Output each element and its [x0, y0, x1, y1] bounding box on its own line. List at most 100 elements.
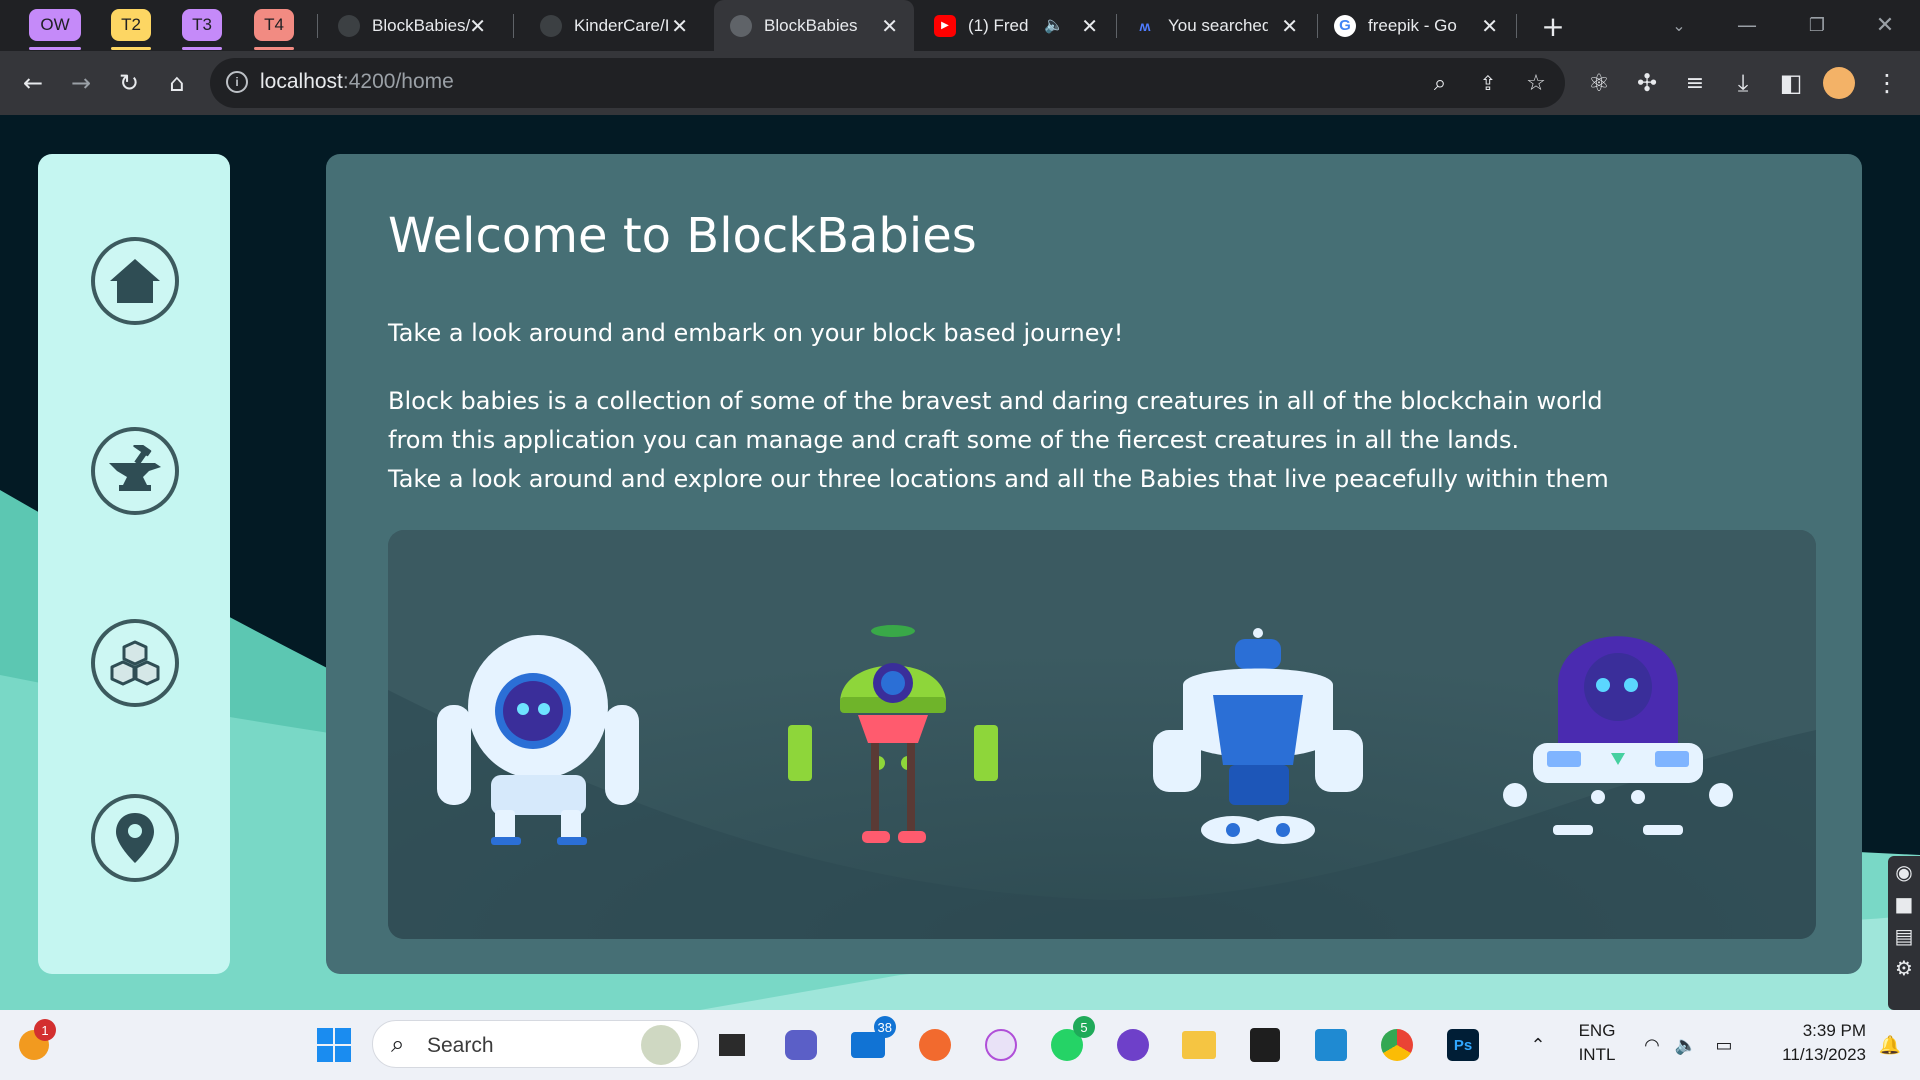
close-window-icon[interactable]: ✕ [1860, 8, 1910, 42]
video-icon[interactable]: ■ [1888, 888, 1920, 920]
vscode-button[interactable] [1311, 1025, 1351, 1065]
tab-google-freepik[interactable]: G freepik - Go ✕ [1318, 0, 1514, 51]
media-control-icon[interactable]: ≡ [1676, 64, 1714, 102]
weather-widget[interactable]: 1 [14, 1019, 56, 1065]
tab-group-t2[interactable]: T2 [111, 9, 151, 50]
download-icon[interactable]: ⤓ [1724, 64, 1762, 102]
brave-button[interactable] [915, 1025, 955, 1065]
tab-separator [513, 14, 514, 38]
photoshop-icon: Ps [1447, 1029, 1479, 1061]
url-path: :4200/home [342, 70, 454, 93]
intro-text: Take a look around and embark on your bl… [388, 319, 1124, 347]
tab-kindercare-github[interactable]: KinderCare/I ✕ [524, 0, 704, 51]
back-icon[interactable]: ← [14, 64, 52, 102]
volume-icon[interactable]: 🔈 [1666, 1025, 1706, 1065]
tab-separator [1516, 14, 1517, 38]
figma-icon [1250, 1028, 1280, 1062]
figma-button[interactable] [1245, 1025, 1285, 1065]
minimize-icon[interactable]: — [1722, 8, 1772, 42]
close-icon[interactable]: ✕ [671, 14, 688, 39]
url-host: localhost [260, 70, 343, 93]
settings-gear-icon[interactable]: ⚙ [1888, 952, 1920, 984]
chrome-icon [1381, 1029, 1413, 1061]
body-line: from this application you can manage and… [388, 426, 1520, 454]
new-tab-button[interactable]: + [1536, 9, 1570, 43]
babies-gallery [388, 530, 1816, 939]
language-code[interactable]: ENG [1572, 1021, 1622, 1041]
close-icon[interactable]: ✕ [1281, 14, 1298, 39]
whatsapp-badge: 5 [1073, 1016, 1095, 1038]
youtube-icon: ▶ [934, 14, 956, 37]
reload-icon[interactable]: ↻ [110, 64, 148, 102]
whatsapp-button[interactable]: 5 [1047, 1016, 1095, 1065]
github-desktop-button[interactable] [1113, 1025, 1153, 1065]
show-hidden-icons-button[interactable]: ⌃ [1518, 1025, 1558, 1065]
wordsworth-icon: ʍ [1139, 17, 1151, 34]
speaker-icon[interactable]: 🔈 [1044, 15, 1064, 35]
page-viewport: Welcome to BlockBabies Take a look aroun… [0, 115, 1920, 1010]
menu-kebab-icon[interactable]: ⋮ [1868, 64, 1906, 102]
battery-icon[interactable]: ▭ [1704, 1025, 1744, 1065]
close-icon[interactable]: ✕ [881, 14, 898, 39]
close-icon[interactable]: ✕ [1481, 14, 1498, 39]
address-bar[interactable]: i localhost:4200/home ⌕ ⇪ ☆ [210, 58, 1565, 108]
chrome-button[interactable] [1377, 1025, 1417, 1065]
nav-blocks-button[interactable] [91, 619, 179, 707]
folder-icon [1182, 1031, 1216, 1059]
tab-strip: OW T2 T3 T4 BlockBabies/ ✕ KinderCare/I … [0, 0, 1920, 51]
avatar[interactable] [1820, 64, 1858, 102]
github-desktop-icon [1117, 1029, 1149, 1061]
restore-icon[interactable]: ❐ [1792, 8, 1842, 42]
tab-search-icon[interactable]: ⌄ [1654, 8, 1704, 42]
bookmark-star-icon[interactable]: ☆ [1522, 69, 1550, 97]
teams-chat-button[interactable] [781, 1025, 821, 1065]
robot-green-baby [788, 625, 998, 843]
home-button-icon[interactable]: ⌂ [158, 64, 196, 102]
gallery-icon[interactable]: ▤ [1888, 920, 1920, 952]
mail-button[interactable]: 38 [848, 1016, 896, 1065]
welcome-panel: Welcome to BlockBabies Take a look aroun… [326, 154, 1862, 974]
share-icon[interactable]: ⇪ [1474, 69, 1502, 97]
url-text[interactable]: localhost:4200/home [260, 70, 454, 94]
tab-group-t3[interactable]: T3 [182, 9, 222, 50]
camera-icon[interactable]: ◉ [1888, 856, 1920, 888]
tab-blockbabies-active[interactable]: BlockBabies ✕ [714, 0, 914, 51]
react-devtools-icon[interactable]: ⚛ [1580, 64, 1618, 102]
tab-group-ow[interactable]: OW [29, 9, 81, 50]
tab-title: BlockBabies [764, 15, 858, 35]
robot-purple-dome-baby [1503, 636, 1733, 835]
profile-avatar-image [1823, 67, 1855, 99]
itunes-button[interactable] [981, 1025, 1021, 1065]
tab-blockbabies-github[interactable]: BlockBabies/ ✕ [322, 0, 502, 51]
tab-group-t4[interactable]: T4 [254, 9, 294, 50]
tab-youtube[interactable]: ▶ (1) Fred 🔈 ✕ [918, 0, 1114, 51]
blocks-icon [110, 640, 160, 686]
photoshop-button[interactable]: Ps [1443, 1025, 1483, 1065]
google-icon: G [1334, 14, 1356, 37]
file-explorer-button[interactable] [1179, 1025, 1219, 1065]
clock-time[interactable]: 3:39 PM [1756, 1021, 1866, 1041]
nav-home-button[interactable] [91, 237, 179, 325]
body-line: Block babies is a collection of some of … [388, 387, 1603, 415]
forward-icon[interactable]: → [62, 64, 100, 102]
itunes-icon [985, 1029, 1017, 1061]
extensions-icon[interactable]: ✣ [1628, 64, 1666, 102]
zoom-icon[interactable]: ⌕ [1426, 69, 1454, 97]
start-button[interactable] [314, 1025, 354, 1065]
tab-you-searched[interactable]: ʍ You searched ✕ [1118, 0, 1314, 51]
clock-date[interactable]: 11/13/2023 [1756, 1045, 1866, 1065]
notifications-bell-icon[interactable]: 🔔 [1870, 1025, 1910, 1065]
task-view-button[interactable] [712, 1025, 752, 1065]
nav-locations-button[interactable] [91, 794, 179, 882]
nav-forge-button[interactable] [91, 427, 179, 515]
taskbar-search[interactable]: ⌕ Search [372, 1020, 699, 1068]
globe-icon [730, 14, 752, 37]
close-icon[interactable]: ✕ [1081, 14, 1098, 39]
side-panel-icon[interactable]: ◧ [1772, 64, 1810, 102]
language-layout[interactable]: INTL [1572, 1045, 1622, 1065]
site-info-icon[interactable]: i [226, 71, 248, 93]
mail-badge: 38 [873, 1016, 896, 1038]
body-line: Take a look around and explore our three… [388, 465, 1609, 493]
windows-logo-icon [317, 1028, 351, 1062]
close-icon[interactable]: ✕ [469, 14, 486, 39]
